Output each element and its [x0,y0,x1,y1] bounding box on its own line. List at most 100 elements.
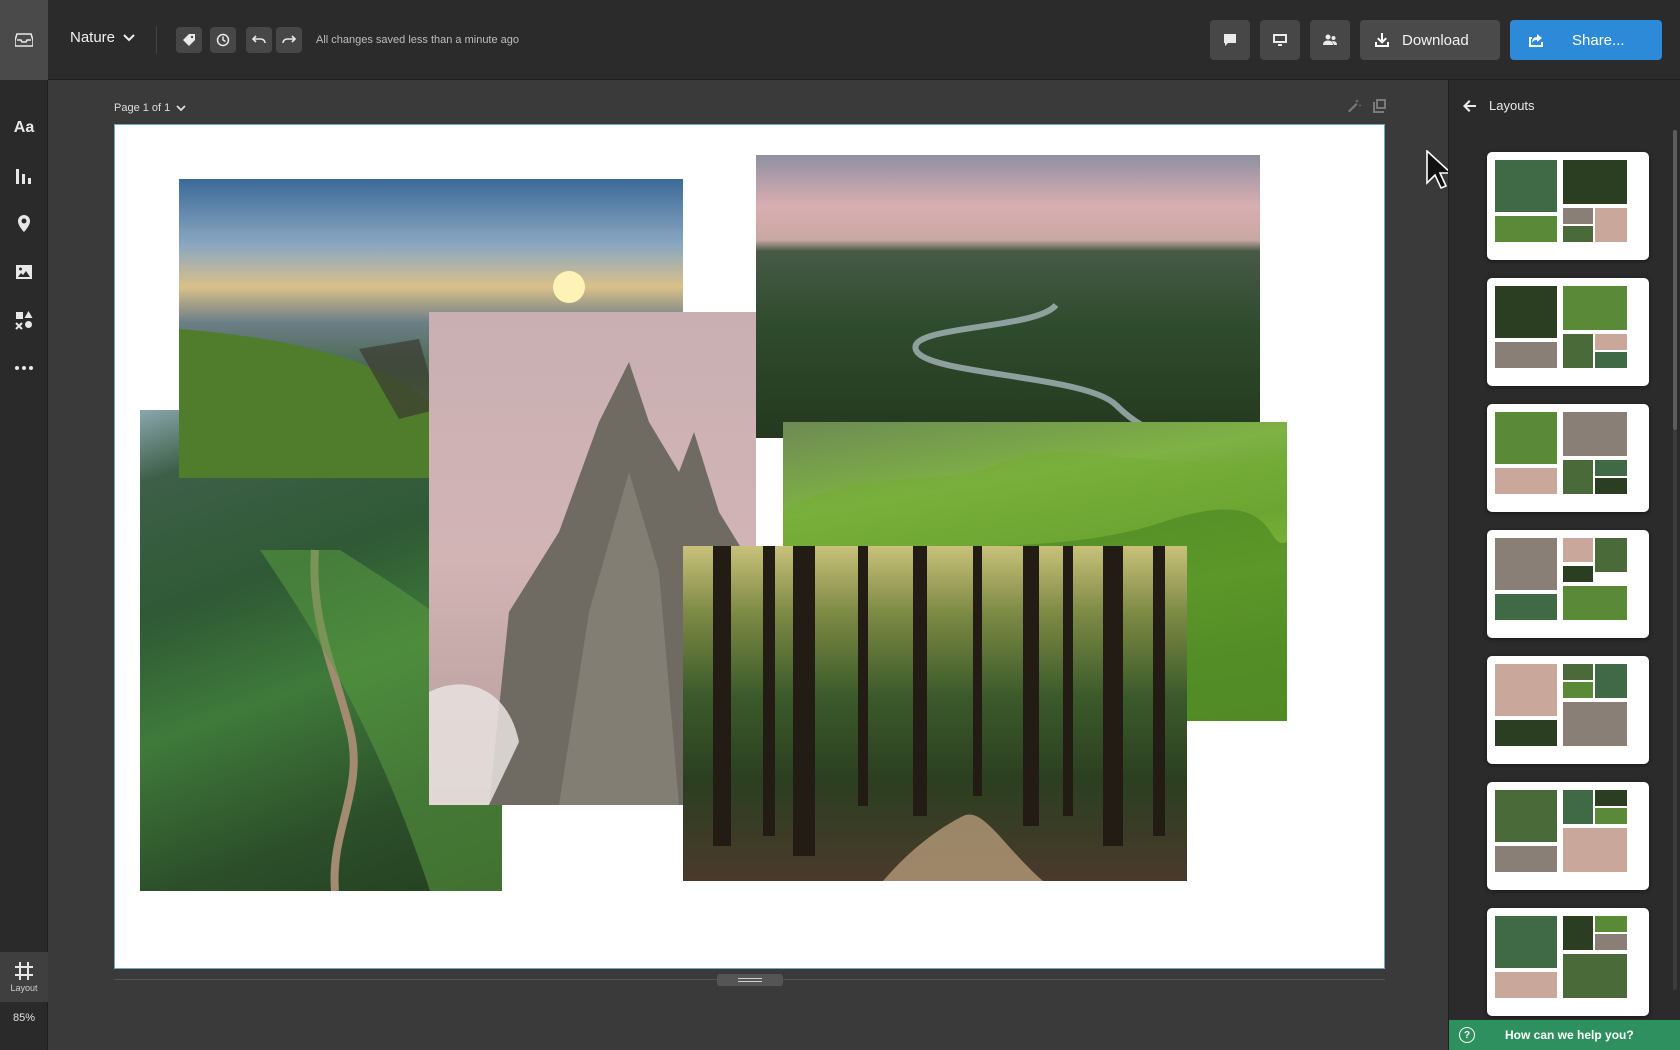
more-dots-icon [15,366,33,370]
layout-thumbnail[interactable] [1487,404,1649,512]
more-tools-button[interactable] [0,344,48,392]
layout-thumbnail[interactable] [1487,782,1649,890]
share-icon [1529,34,1543,47]
layout-thumbnail-cell [1563,226,1593,242]
layout-thumbnail-cell [1563,208,1593,224]
layout-thumbnail-cell [1563,538,1593,562]
layout-thumbnail-cell [1563,916,1593,950]
save-status: All changes saved less than a minute ago [316,34,520,46]
page-selector[interactable]: Page 1 of 1 [114,102,186,114]
image-tool-button[interactable] [0,248,48,296]
speech-bubble-icon [1224,34,1236,46]
download-button[interactable]: Download [1360,20,1500,60]
inbox-icon [15,33,33,47]
present-button[interactable] [1260,20,1300,60]
layout-thumbnail[interactable] [1487,278,1649,386]
left-toolbar: Aa Layout 85% [0,0,48,1050]
layout-thumbnail-cell [1595,808,1627,824]
layout-thumbnail[interactable] [1487,152,1649,260]
layout-thumbnail-cell [1563,586,1627,620]
layout-thumbnail-cell [1495,594,1557,620]
photo-river-aerial[interactable] [756,155,1260,438]
home-button[interactable] [0,0,48,80]
river-art [912,302,1177,438]
layout-thumbnail[interactable] [1487,656,1649,764]
layout-thumbnail-cell [1495,412,1557,464]
photo-forest-path[interactable] [683,546,1187,881]
shapes-tool-button[interactable] [0,296,48,344]
layout-thumbnail-cell [1563,828,1627,872]
layout-thumbnail-cell [1495,846,1557,872]
help-question-icon: ? [1459,1027,1475,1043]
arrow-left-icon [1463,99,1476,112]
layout-thumbnail-cell [1495,342,1557,368]
layout-thumbnail-cell [1563,334,1593,368]
layout-thumbnail-cell [1595,208,1627,242]
share-label: Share... [1572,31,1625,49]
layout-thumbnail-cell [1495,720,1557,746]
panel-scrollbar[interactable] [1673,130,1677,990]
redo-button[interactable] [276,27,302,53]
users-icon [1323,34,1337,45]
layout-thumbnail-cell [1595,538,1627,572]
undo-icon [252,35,266,44]
layout-thumbnail-cell [1495,216,1557,242]
collaborate-button[interactable] [1310,20,1350,60]
monitor-icon [1273,34,1287,46]
layout-thumbnail-cell [1563,460,1593,494]
layout-thumbnail-cell [1495,790,1557,842]
grid-hash-icon [15,962,33,980]
layout-thumbnail[interactable] [1487,908,1649,1016]
panel-title: Layouts [1489,98,1535,113]
map-pin-icon [18,215,30,232]
duplicate-page-icon[interactable] [1372,98,1388,114]
design-canvas[interactable] [114,124,1385,969]
layout-tool-button[interactable]: Layout [0,952,48,1002]
clock-icon [216,33,230,47]
tag-button[interactable] [176,27,202,53]
layout-thumbnail-cell [1595,478,1627,494]
history-button[interactable] [210,27,236,53]
download-icon [1375,33,1389,47]
layout-thumbnail-cell [1595,352,1627,368]
zoom-level[interactable]: 85% [0,1012,48,1024]
layout-thumbnail-cell [1563,160,1627,204]
layout-thumbnail-cell [1595,334,1627,350]
top-bar: Nature All changes saved less than a min… [48,0,1680,80]
layout-thumbnail-cell [1595,916,1627,932]
text-tool-button[interactable]: Aa [0,104,48,152]
layout-thumbnail-cell [1563,682,1593,698]
layout-thumbnail-cell [1595,460,1627,476]
layout-thumbnail[interactable] [1487,530,1649,638]
shapes-icon [15,311,33,330]
layout-thumbnail-cell [1563,286,1627,330]
share-button[interactable]: Share... [1510,20,1662,60]
page-tools [1346,98,1388,114]
resize-handle[interactable] [717,974,783,986]
layout-thumbnail-cell [1563,412,1627,456]
forest-art [713,546,1165,881]
toolbar-divider [156,26,157,54]
chevron-down-icon [176,104,186,111]
layout-thumbnail-cell [1495,664,1557,716]
layout-thumbnail-cell [1563,664,1593,680]
layout-thumbnail-cell [1563,566,1593,582]
page-label: Page 1 of 1 [114,102,171,114]
magic-wand-icon[interactable] [1346,98,1362,114]
layout-thumbnail-cell [1563,702,1627,746]
layout-thumbnail-cell [1495,160,1557,212]
bar-chart-icon [16,169,31,184]
layouts-back-button[interactable]: Layouts [1463,98,1535,113]
undo-button[interactable] [246,27,272,53]
redo-icon [282,35,296,44]
layout-thumbnail-cell [1495,468,1557,494]
comments-button[interactable] [1210,20,1250,60]
chart-tool-button[interactable] [0,152,48,200]
image-icon [16,265,32,279]
document-title-dropdown[interactable]: Nature [70,29,135,46]
layout-thumbnail-cell [1495,972,1557,998]
layout-thumbnail-cell [1563,954,1627,998]
layout-thumbnail-cell [1595,664,1627,698]
map-tool-button[interactable] [0,200,48,248]
help-bar[interactable]: ? How can we help you? [1449,1020,1680,1050]
